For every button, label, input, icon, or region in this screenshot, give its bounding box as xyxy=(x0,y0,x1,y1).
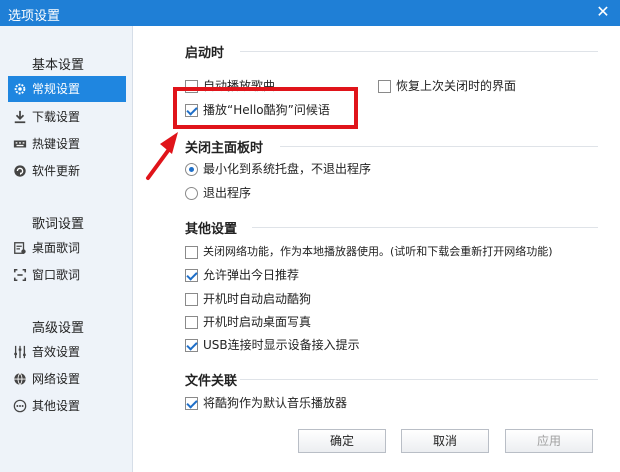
option-label: 开机时启动桌面写真 xyxy=(203,315,312,329)
option-label: 允许弹出今日推荐 xyxy=(203,268,300,282)
allow-popup-checkbox[interactable]: 允许弹出今日推荐 xyxy=(185,266,299,284)
sidebar-item-other[interactable]: 其他设置 xyxy=(8,393,126,419)
checkbox-box[interactable] xyxy=(185,268,198,282)
sidebar-item-window-lyrics[interactable]: 窗口歌词 xyxy=(8,262,126,288)
section-divider xyxy=(252,227,598,228)
autostart-checkbox[interactable]: 开机时自动启动酷狗 xyxy=(185,290,311,308)
disable-network-checkbox[interactable]: 关闭网络功能，作为本地播放器使用。(试听和下载会重新打开网络功能) xyxy=(185,243,553,261)
sidebar-item-general[interactable]: 常规设置 xyxy=(8,76,126,102)
sidebar-item-label: 软件更新 xyxy=(32,164,81,178)
update-icon xyxy=(12,158,28,184)
apply-button[interactable]: 应用 xyxy=(505,429,593,453)
close-icon[interactable]: ✕ xyxy=(594,3,612,21)
section-title-file-assoc: 文件关联 xyxy=(185,374,238,389)
option-label: USB连接时显示设备接入提示 xyxy=(203,338,360,352)
default-player-checkbox[interactable]: 将酷狗作为默认音乐播放器 xyxy=(185,394,347,412)
sidebar-item-update[interactable]: 软件更新 xyxy=(8,158,126,184)
option-label: 开机时自动启动酷狗 xyxy=(203,292,312,306)
sidebar-item-desktop-lyrics[interactable]: 桌面歌词 xyxy=(8,235,126,261)
sidebar-item-label: 音效设置 xyxy=(32,345,81,359)
checkbox-box[interactable] xyxy=(378,79,391,93)
option-label: 恢复上次关闭时的界面 xyxy=(396,79,517,93)
minimize-to-tray-radio[interactable]: 最小化到系统托盘，不退出程序 xyxy=(185,160,371,178)
radio-circle[interactable] xyxy=(185,186,198,200)
sidebar: 基本设置 常规设置 下载设置 热键设置 软件更新 歌词设置 桌面歌词 窗口歌词 … xyxy=(0,26,133,472)
sidebar-item-label: 热键设置 xyxy=(32,137,81,151)
checkbox-box[interactable] xyxy=(185,396,198,410)
sidebar-item-download[interactable]: 下载设置 xyxy=(8,104,126,130)
cancel-button[interactable]: 取消 xyxy=(401,429,489,453)
sidebar-item-label: 桌面歌词 xyxy=(32,241,81,255)
sidebar-item-label: 常规设置 xyxy=(32,82,81,96)
section-divider xyxy=(280,146,598,147)
sidebar-item-label: 其他设置 xyxy=(32,399,81,413)
section-title-other: 其他设置 xyxy=(185,222,238,237)
option-label: 将酷狗作为默认音乐播放器 xyxy=(203,396,348,410)
highlight-box xyxy=(173,87,358,129)
section-divider xyxy=(240,379,598,380)
download-icon xyxy=(12,104,28,130)
sidebar-item-label: 窗口歌词 xyxy=(32,268,81,282)
network-icon xyxy=(12,366,28,392)
option-label: 最小化到系统托盘，不退出程序 xyxy=(203,162,372,176)
sidebar-item-hotkey[interactable]: 热键设置 xyxy=(8,131,126,157)
desktop-photo-checkbox[interactable]: 开机时启动桌面写真 xyxy=(185,313,311,331)
checkbox-box[interactable] xyxy=(185,292,198,306)
usb-prompt-checkbox[interactable]: USB连接时显示设备接入提示 xyxy=(185,336,360,354)
sidebar-item-sound[interactable]: 音效设置 xyxy=(8,339,126,365)
sidebar-group-lyrics: 歌词设置 xyxy=(32,217,85,232)
checkbox-box[interactable] xyxy=(185,338,198,352)
equalizer-icon xyxy=(12,339,28,365)
ok-button[interactable]: 确定 xyxy=(298,429,386,453)
restore-ui-checkbox[interactable]: 恢复上次关闭时的界面 xyxy=(378,77,516,95)
section-title-close-panel: 关闭主面板时 xyxy=(185,141,264,156)
sidebar-item-network[interactable]: 网络设置 xyxy=(8,366,126,392)
option-label: 关闭网络功能，作为本地播放器使用。(试听和下载会重新打开网络功能) xyxy=(203,245,553,258)
checkbox-box[interactable] xyxy=(185,245,198,259)
gear-icon xyxy=(12,76,28,102)
window-lyrics-icon xyxy=(12,262,28,288)
sidebar-item-label: 下载设置 xyxy=(32,110,81,124)
section-divider xyxy=(240,51,598,52)
section-title-startup: 启动时 xyxy=(185,46,225,61)
checkbox-box[interactable] xyxy=(185,315,198,329)
exit-program-radio[interactable]: 退出程序 xyxy=(185,184,251,202)
option-label: 退出程序 xyxy=(203,186,252,200)
more-icon xyxy=(12,393,28,419)
desktop-lyrics-icon xyxy=(12,235,28,261)
title-bar: 选项设置 ✕ xyxy=(0,0,620,26)
sidebar-group-advanced: 高级设置 xyxy=(32,321,85,336)
window-title: 选项设置 xyxy=(8,9,61,24)
sidebar-item-label: 网络设置 xyxy=(32,372,81,386)
keyboard-icon xyxy=(12,131,28,157)
sidebar-group-basic: 基本设置 xyxy=(32,58,85,73)
radio-circle[interactable] xyxy=(185,162,198,176)
